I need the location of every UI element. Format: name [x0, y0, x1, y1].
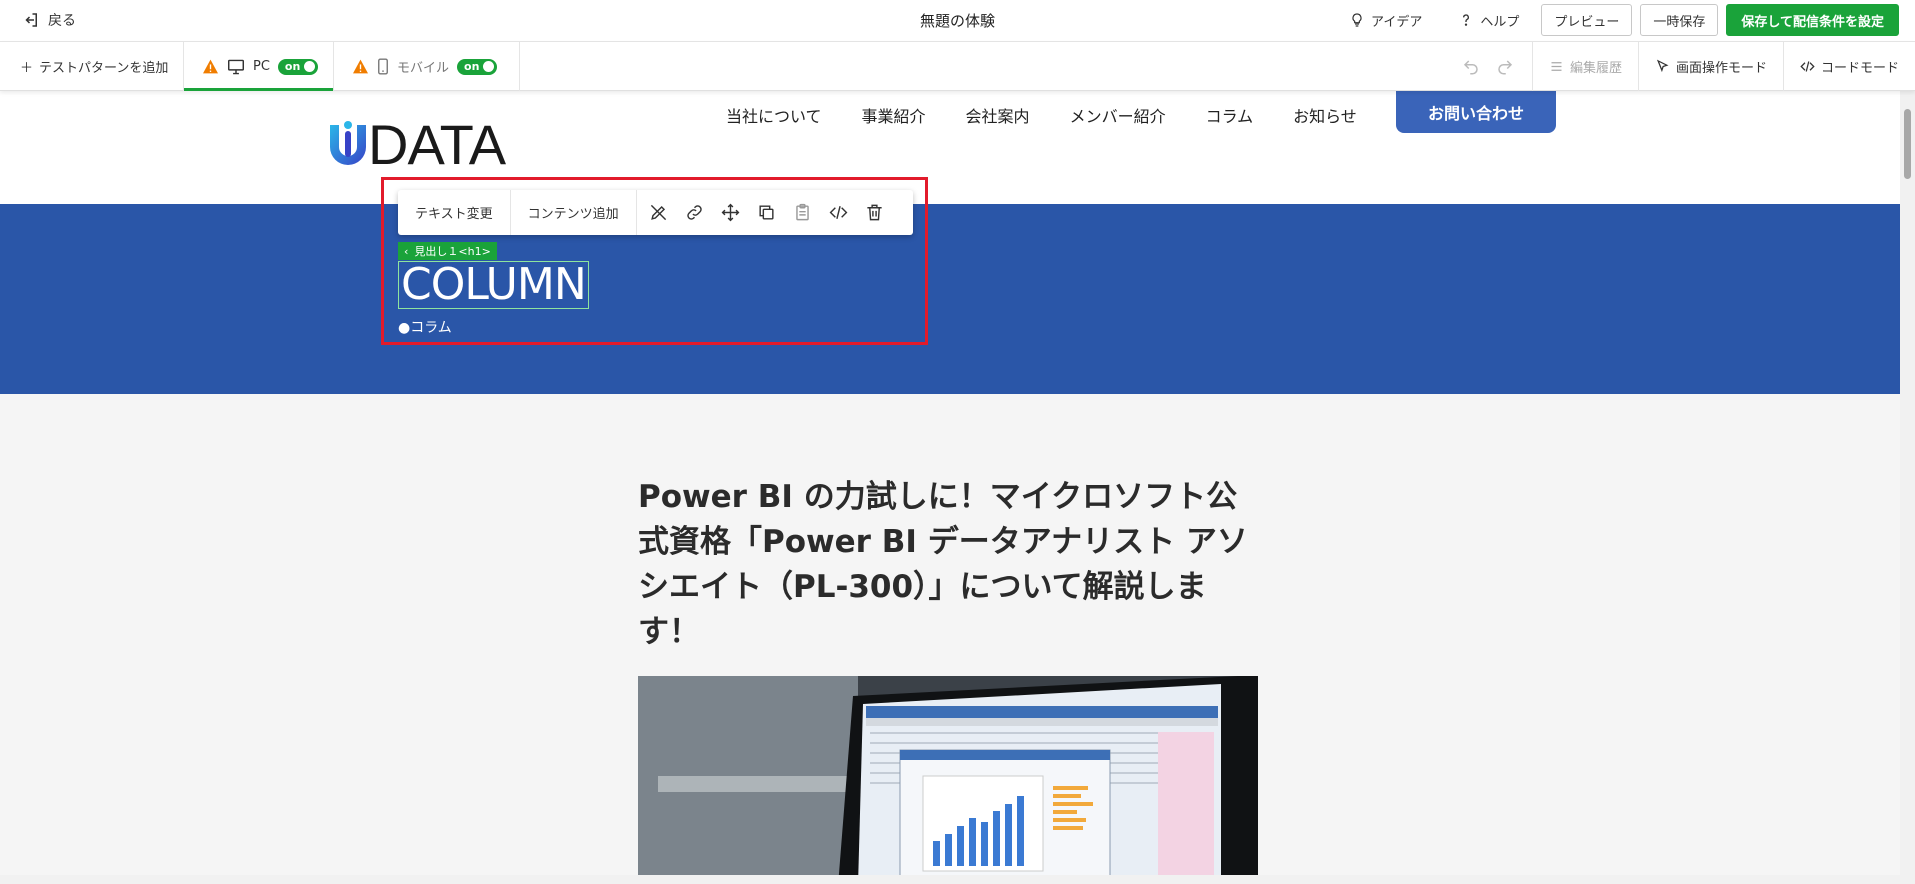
- nav-services[interactable]: 事業紹介: [862, 103, 926, 127]
- list-icon: [1551, 62, 1562, 71]
- pattern-bar: ＋ テストパターンを追加 PC on モバイル on 編集履歴 画面操作モード …: [0, 42, 1915, 91]
- edit-history-button[interactable]: 編集履歴: [1531, 42, 1638, 91]
- lightbulb-icon: [1352, 13, 1362, 27]
- smartphone-icon: [378, 58, 388, 75]
- element-tag-badge[interactable]: ‹ 見出し１<h1>: [398, 242, 497, 260]
- hero-subheading: ●コラム: [398, 320, 452, 336]
- question-icon: [1463, 14, 1470, 26]
- logo-text: DATA: [368, 113, 506, 176]
- exit-icon: [25, 13, 37, 27]
- site-logo[interactable]: DATA: [326, 113, 506, 176]
- trash-icon[interactable]: [865, 203, 884, 222]
- redo-icon[interactable]: [1496, 58, 1514, 76]
- nav-news[interactable]: お知らせ: [1293, 103, 1357, 127]
- screen-operation-mode-button[interactable]: 画面操作モード: [1637, 42, 1783, 91]
- page-canvas: DATA 当社について 事業紹介 会社案内 メンバー紹介 コラム お知らせ お問…: [0, 91, 1900, 875]
- nav-company[interactable]: 会社案内: [966, 103, 1030, 127]
- help-button[interactable]: ヘルプ: [1444, 4, 1533, 36]
- pointer-icon: [1656, 59, 1669, 73]
- idea-label: アイデア: [1370, 14, 1423, 30]
- edit-history-label: 編集履歴: [1569, 61, 1622, 76]
- screen-operation-mode-label: 画面操作モード: [1675, 61, 1767, 76]
- mobile-label: モバイル: [397, 61, 450, 76]
- element-tag-label: 見出し１<h1>: [414, 245, 491, 258]
- mobile-toggle-label: on: [464, 60, 480, 73]
- back-button[interactable]: 戻る: [22, 10, 76, 30]
- logo-u-icon: [330, 121, 366, 165]
- warning-icon: [353, 59, 368, 74]
- scrollbar-thumb[interactable]: [1904, 109, 1911, 179]
- text-change-button[interactable]: テキスト変更: [398, 190, 511, 235]
- plus-icon: ＋: [20, 61, 34, 76]
- hero-heading: COLUMN: [401, 259, 587, 310]
- move-icon[interactable]: [721, 203, 740, 222]
- help-label: ヘルプ: [1480, 14, 1520, 30]
- divider: [519, 42, 520, 91]
- top-bar: 戻る 無題の体験 アイデア ヘルプ プレビュー 一時保存 保存して配信条件を設定: [0, 0, 1915, 42]
- pc-toggle[interactable]: on: [277, 58, 319, 75]
- nav-about[interactable]: 当社について: [726, 103, 822, 127]
- pc-toggle-label: on: [284, 60, 301, 73]
- horizontal-scrollbar[interactable]: [0, 875, 1915, 884]
- add-test-pattern-label: テストパターンを追加: [39, 61, 169, 76]
- site-nav: 当社について 事業紹介 会社案内 メンバー紹介 コラム お知らせ: [726, 103, 1397, 127]
- save-draft-button[interactable]: 一時保存: [1640, 4, 1719, 36]
- laptop-spreadsheet-illustration: [638, 676, 1258, 875]
- undo-icon[interactable]: [1462, 58, 1480, 76]
- edit-style-icon[interactable]: [649, 203, 668, 222]
- chevron-left-icon: ‹: [404, 244, 409, 258]
- pc-label: PC: [253, 59, 270, 74]
- code-mode-label: コードモード: [1820, 61, 1899, 76]
- add-test-pattern-button[interactable]: ＋ テストパターンを追加: [20, 57, 168, 76]
- site-header: DATA 当社について 事業紹介 会社案内 メンバー紹介 コラム お知らせ お問…: [0, 91, 1900, 204]
- element-toolbar: テキスト変更 コンテンツ追加: [398, 190, 913, 235]
- clipboard-icon[interactable]: [793, 203, 812, 222]
- desktop-icon: [228, 59, 244, 74]
- idea-button[interactable]: アイデア: [1335, 4, 1436, 36]
- code-icon: [1800, 61, 1815, 72]
- save-and-set-conditions-button[interactable]: 保存して配信条件を設定: [1726, 4, 1899, 36]
- tab-pc[interactable]: PC on: [184, 42, 333, 91]
- article-title[interactable]: Power BI の力試しに！マイクロソフト公式資格「Power BI データア…: [638, 475, 1258, 655]
- nav-members[interactable]: メンバー紹介: [1070, 103, 1166, 127]
- mobile-toggle[interactable]: on: [457, 58, 498, 75]
- link-icon[interactable]: [685, 203, 704, 222]
- contact-button[interactable]: お問い合わせ: [1396, 91, 1556, 133]
- article-image: [638, 676, 1258, 875]
- add-content-button[interactable]: コンテンツ追加: [511, 190, 637, 235]
- duplicate-icon[interactable]: [757, 203, 776, 222]
- code-mode-button[interactable]: コードモード: [1782, 42, 1915, 91]
- warning-icon: [203, 59, 218, 74]
- hero-heading-box[interactable]: COLUMN: [398, 261, 589, 309]
- nav-column[interactable]: コラム: [1206, 103, 1254, 127]
- preview-button[interactable]: プレビュー: [1541, 4, 1633, 36]
- tab-mobile[interactable]: モバイル on: [334, 42, 519, 91]
- back-label: 戻る: [48, 13, 76, 29]
- vertical-scrollbar[interactable]: [1900, 91, 1915, 875]
- code-icon[interactable]: [829, 203, 848, 222]
- hero-banner: [0, 204, 1900, 394]
